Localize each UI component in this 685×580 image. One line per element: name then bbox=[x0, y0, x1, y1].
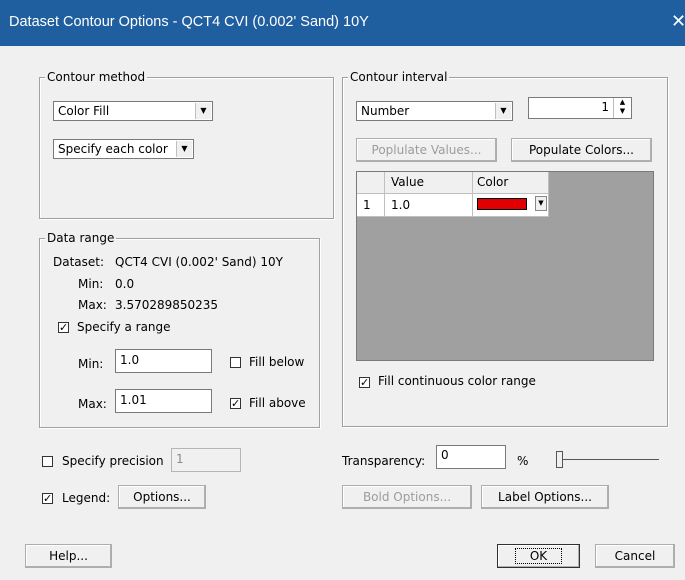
contour-table[interactable]: Value Color 1 1.0 ▼ bbox=[356, 171, 654, 361]
title-bar: Dataset Contour Options - QCT4 CVI (0.00… bbox=[0, 0, 685, 46]
table-header-value: Value bbox=[385, 172, 473, 194]
specify-range-checkbox[interactable]: ✓ bbox=[58, 322, 69, 333]
table-corner-header bbox=[357, 172, 385, 194]
fill-above-checkbox[interactable]: ✓ bbox=[230, 398, 241, 409]
table-row-color[interactable]: ▼ bbox=[473, 194, 549, 217]
help-button[interactable]: Help... bbox=[25, 544, 112, 568]
transparency-input[interactable]: 0 bbox=[436, 445, 506, 469]
specify-precision-label: Specify precision bbox=[62, 454, 164, 468]
legend-options-button[interactable]: Options... bbox=[118, 485, 206, 509]
interval-mode-value: Number bbox=[361, 104, 410, 118]
range-max-label: Max: bbox=[78, 397, 107, 411]
range-min-input[interactable]: 1.0 bbox=[115, 349, 212, 373]
transparency-label: Transparency: bbox=[342, 454, 426, 468]
ok-button[interactable]: OK bbox=[497, 544, 580, 568]
transparency-slider-track[interactable] bbox=[562, 459, 659, 460]
populate-values-button[interactable]: Poplulate Values... bbox=[356, 138, 497, 162]
chevron-down-icon[interactable]: ▼ bbox=[535, 196, 547, 211]
data-max-label: Max: bbox=[78, 298, 107, 312]
dataset-value: QCT4 CVI (0.002' Sand) 10Y bbox=[115, 255, 283, 269]
chevron-down-icon[interactable]: ▼ bbox=[195, 103, 211, 119]
fill-above-label: Fill above bbox=[249, 396, 306, 410]
color-mode-select[interactable]: Specify each color ▼ bbox=[53, 139, 194, 159]
bold-options-button[interactable]: Bold Options... bbox=[342, 485, 472, 509]
populate-colors-button[interactable]: Populate Colors... bbox=[511, 138, 652, 162]
range-min-value: 1.0 bbox=[120, 353, 140, 367]
fill-below-checkbox[interactable] bbox=[230, 357, 241, 368]
color-swatch[interactable] bbox=[477, 198, 527, 210]
data-max-value: 3.570289850235 bbox=[115, 298, 219, 312]
contour-method-value: Color Fill bbox=[58, 104, 110, 118]
fill-continuous-label: Fill continuous color range bbox=[378, 374, 536, 388]
spin-down-icon[interactable]: ▼ bbox=[614, 107, 631, 116]
color-mode-value: Specify each color bbox=[58, 142, 168, 156]
legend-label: Legend: bbox=[62, 491, 111, 505]
chevron-down-icon[interactable]: ▼ bbox=[176, 141, 192, 157]
interval-spinner[interactable]: ▲ ▼ bbox=[613, 98, 631, 118]
spin-up-icon[interactable]: ▲ bbox=[614, 98, 631, 107]
fill-continuous-checkbox[interactable]: ✓ bbox=[359, 377, 370, 388]
close-icon[interactable]: ✕ bbox=[671, 0, 685, 46]
transparency-slider-thumb[interactable] bbox=[556, 451, 563, 468]
contour-method-legend: Contour method bbox=[45, 70, 148, 84]
contour-method-select[interactable]: Color Fill ▼ bbox=[53, 101, 213, 121]
fill-below-label: Fill below bbox=[249, 355, 305, 369]
range-max-input[interactable]: 1.01 bbox=[115, 389, 212, 413]
label-options-button[interactable]: Label Options... bbox=[481, 485, 609, 509]
transparency-value: 0 bbox=[441, 448, 449, 462]
cancel-button[interactable]: Cancel bbox=[595, 544, 675, 568]
interval-mode-select[interactable]: Number ▼ bbox=[356, 101, 513, 121]
table-header-color: Color bbox=[473, 172, 549, 194]
range-min-label: Min: bbox=[78, 357, 104, 371]
range-max-value: 1.01 bbox=[120, 393, 147, 407]
table-row-index: 1 bbox=[357, 194, 385, 217]
legend-checkbox[interactable]: ✓ bbox=[42, 493, 53, 504]
data-range-legend: Data range bbox=[45, 231, 117, 245]
specify-precision-checkbox[interactable] bbox=[42, 456, 53, 467]
chevron-down-icon[interactable]: ▼ bbox=[495, 103, 511, 119]
specify-range-label: Specify a range bbox=[77, 320, 171, 334]
table-row-value[interactable]: 1.0 bbox=[385, 194, 473, 217]
ok-button-label: OK bbox=[514, 548, 563, 564]
data-min-label: Min: bbox=[78, 277, 104, 291]
dataset-label: Dataset: bbox=[53, 255, 105, 269]
contour-interval-legend: Contour interval bbox=[348, 70, 450, 84]
interval-number-value: 1 bbox=[601, 100, 609, 114]
precision-input[interactable]: 1 bbox=[171, 448, 241, 472]
window-title: Dataset Contour Options - QCT4 CVI (0.00… bbox=[9, 14, 369, 30]
precision-value: 1 bbox=[176, 452, 184, 466]
data-min-value: 0.0 bbox=[115, 277, 135, 291]
transparency-unit: % bbox=[517, 454, 529, 468]
